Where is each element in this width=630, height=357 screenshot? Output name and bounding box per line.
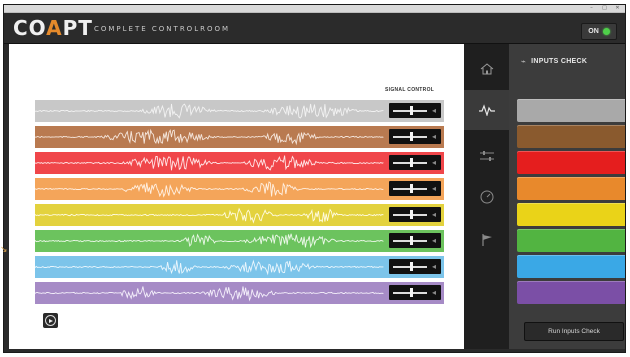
minimize-button[interactable]: – — [588, 6, 595, 11]
app-header: COAPT COMPLETE CONTROLROOM ON — [4, 13, 625, 44]
signal-channel-row: ◂ — [35, 178, 444, 200]
close-button[interactable]: ✕ — [614, 6, 621, 11]
signal-channel-row: ◂ — [35, 126, 444, 148]
nav-flag[interactable] — [464, 220, 509, 260]
slider-handle[interactable] — [410, 106, 414, 115]
signal-channel-row: ◂ — [35, 256, 444, 278]
speaker-icon[interactable]: ◂ — [430, 236, 438, 245]
input-status-swatch — [517, 151, 625, 174]
input-status-swatch — [517, 255, 625, 278]
power-toggle[interactable]: ON — [581, 23, 617, 40]
app-window: – □ ✕ COAPT COMPLETE CONTROLROOM ON SIGN… — [3, 4, 626, 353]
signal-gain-slider[interactable]: ◂ — [389, 207, 441, 222]
gauge-icon — [480, 190, 493, 204]
speaker-icon[interactable]: ◂ — [430, 262, 438, 271]
signal-control-label: SIGNAL CONTROL — [385, 87, 435, 93]
input-status-swatch — [517, 229, 625, 252]
input-status-swatch — [517, 203, 625, 226]
flag-icon — [481, 234, 492, 246]
input-status-swatch — [517, 125, 625, 148]
slider-handle[interactable] — [410, 184, 414, 193]
speaker-icon[interactable]: ◂ — [430, 184, 438, 193]
nav-signals[interactable] — [464, 90, 509, 130]
nav-controls[interactable] — [464, 136, 509, 176]
signal-icon — [478, 104, 495, 116]
play-button[interactable] — [43, 313, 58, 328]
speaker-icon[interactable]: ◂ — [430, 288, 438, 297]
power-status-icon — [602, 28, 610, 35]
side-marker: ↘ — [0, 245, 8, 255]
signal-icon: ⌁ — [521, 57, 527, 66]
signal-waveform — [35, 152, 444, 174]
slider-handle[interactable] — [410, 262, 414, 271]
title-bar: – □ ✕ — [4, 5, 625, 13]
input-status-swatch — [517, 177, 625, 200]
signal-channel-row: ◂ — [35, 230, 444, 252]
signal-gain-slider[interactable]: ◂ — [389, 129, 441, 144]
app-subtitle: COMPLETE CONTROLROOM — [94, 25, 231, 33]
signal-gain-slider[interactable]: ◂ — [389, 233, 441, 248]
slider-handle[interactable] — [410, 158, 414, 167]
signal-waveform — [35, 256, 444, 278]
play-icon — [45, 315, 56, 326]
speaker-icon[interactable]: ◂ — [430, 158, 438, 167]
signal-gain-slider[interactable]: ◂ — [389, 285, 441, 300]
signal-waveform — [35, 204, 444, 226]
window-controls: – □ ✕ — [588, 5, 621, 12]
signal-waveform — [35, 282, 444, 304]
speaker-icon[interactable]: ◂ — [430, 106, 438, 115]
maximize-button[interactable]: □ — [601, 6, 608, 11]
slider-handle[interactable] — [410, 236, 414, 245]
nav-gauge[interactable] — [464, 177, 509, 217]
signal-view: SIGNAL CONTROL ◂ ◂ ◂ ◂ ◂ ◂ ◂ ◂ — [9, 44, 464, 349]
input-status-swatch — [517, 99, 625, 122]
signal-channel-row: ◂ — [35, 282, 444, 304]
nav-home[interactable] — [464, 49, 509, 89]
inputs-check-panel: ⌁ INPUTS CHECK Run Inputs Check — [509, 44, 625, 349]
signal-gain-slider[interactable]: ◂ — [389, 155, 441, 170]
signal-waveform — [35, 178, 444, 200]
signal-waveform — [35, 100, 444, 122]
signal-channel-row: ◂ — [35, 100, 444, 122]
slider-handle[interactable] — [410, 288, 414, 297]
input-status-swatch — [517, 281, 625, 304]
signal-waveform — [35, 126, 444, 148]
panel-title: ⌁ INPUTS CHECK — [521, 57, 587, 66]
signal-channel-row: ◂ — [35, 204, 444, 226]
power-label: ON — [588, 28, 599, 35]
home-icon — [480, 63, 493, 75]
slider-handle[interactable] — [410, 210, 414, 219]
sliders-icon — [479, 151, 494, 161]
speaker-icon[interactable]: ◂ — [430, 132, 438, 141]
run-inputs-check-button[interactable]: Run Inputs Check — [524, 322, 624, 341]
side-nav — [464, 44, 509, 349]
signal-gain-slider[interactable]: ◂ — [389, 103, 441, 118]
slider-handle[interactable] — [410, 132, 414, 141]
signal-gain-slider[interactable]: ◂ — [389, 181, 441, 196]
signal-channel-row: ◂ — [35, 152, 444, 174]
coapt-logo: COAPT — [13, 16, 93, 40]
panel-title-text: INPUTS CHECK — [531, 58, 588, 65]
signal-waveform — [35, 230, 444, 252]
signal-gain-slider[interactable]: ◂ — [389, 259, 441, 274]
speaker-icon[interactable]: ◂ — [430, 210, 438, 219]
